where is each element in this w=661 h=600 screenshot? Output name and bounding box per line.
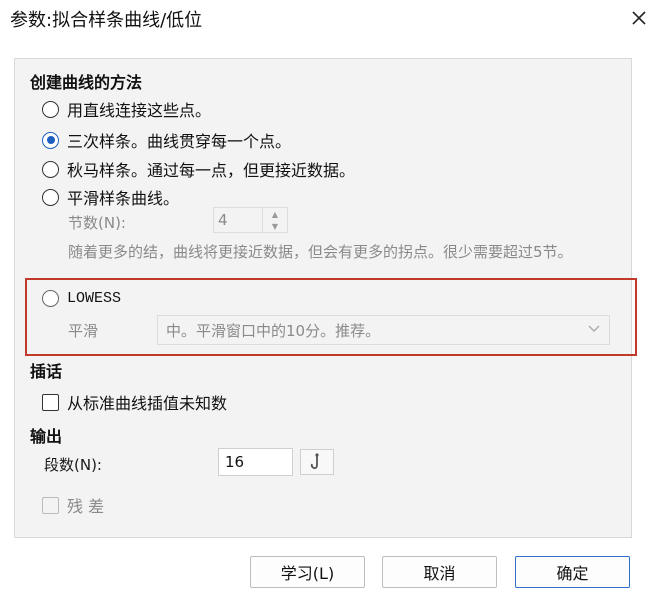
radio-akima-spline[interactable]: 秋马样条。通过每一点，但更接近数据。	[42, 157, 355, 181]
close-icon	[632, 11, 646, 25]
segments-label: 段数(N):	[44, 456, 102, 474]
segments-value: 16	[225, 453, 245, 471]
hook-button[interactable]	[300, 449, 334, 475]
smooth-select-value: 中。平滑窗口中的10分。推荐。	[166, 322, 381, 340]
close-button[interactable]	[617, 0, 661, 36]
ok-button[interactable]: 确定	[515, 556, 630, 588]
radio-smoothing-spline[interactable]: 平滑样条曲线。	[42, 185, 179, 209]
knots-hint: 随着更多的结，曲线将更接近数据，但会有更多的拐点。很少需要超过5节。	[68, 243, 573, 261]
knots-value: 4	[218, 211, 228, 229]
smooth-label: 平滑	[68, 322, 99, 340]
radio-cubic-spline[interactable]: 三次样条。曲线贯穿每一个点。	[42, 128, 291, 152]
smooth-select[interactable]: 中。平滑窗口中的10分。推荐。	[157, 315, 610, 345]
radio-button[interactable]	[42, 290, 59, 307]
checkbox[interactable]	[42, 496, 59, 514]
segments-input[interactable]: 16	[218, 448, 293, 476]
knots-label: 节数(N):	[68, 214, 126, 232]
checkbox[interactable]	[42, 393, 59, 411]
chevron-down-icon	[588, 325, 600, 332]
stepper-up-icon[interactable]: ▲	[263, 208, 287, 220]
radio-lowess-label: LOWESS	[67, 290, 122, 307]
title-bar: 参数:拟合样条曲线/低位	[0, 0, 661, 36]
residuals-label: 残 差	[67, 497, 105, 516]
radio-lowess[interactable]: LOWESS	[42, 290, 121, 307]
radio-button[interactable]	[42, 100, 59, 118]
radio-button-checked[interactable]	[42, 131, 59, 149]
learn-button[interactable]: 学习(L)	[250, 556, 365, 588]
method-heading: 创建曲线的方法	[30, 73, 143, 92]
radio-akima-spline-label: 秋马样条。通过每一点，但更接近数据。	[67, 161, 356, 180]
radio-straight-lines-label: 用直线连接这些点。	[67, 101, 212, 120]
window-title: 参数:拟合样条曲线/低位	[10, 10, 203, 31]
knots-stepper[interactable]: 4 ▲ ▼	[213, 207, 288, 233]
output-heading: 输出	[30, 427, 63, 446]
interpolation-heading: 插话	[30, 362, 63, 381]
interpolate-unknowns-label: 从标准曲线插值未知数	[67, 394, 228, 413]
residuals-checkbox[interactable]: 残 差	[42, 493, 104, 517]
radio-straight-lines[interactable]: 用直线连接这些点。	[42, 97, 211, 121]
radio-button[interactable]	[42, 188, 59, 206]
hook-icon	[310, 453, 319, 470]
radio-cubic-spline-label: 三次样条。曲线贯穿每一个点。	[67, 132, 292, 151]
radio-smoothing-spline-label: 平滑样条曲线。	[67, 189, 180, 208]
radio-button[interactable]	[42, 160, 59, 178]
interpolate-unknowns-checkbox[interactable]: 从标准曲线插值未知数	[42, 390, 227, 414]
stepper-down-icon[interactable]: ▼	[263, 220, 287, 232]
cancel-button[interactable]: 取消	[382, 556, 497, 588]
